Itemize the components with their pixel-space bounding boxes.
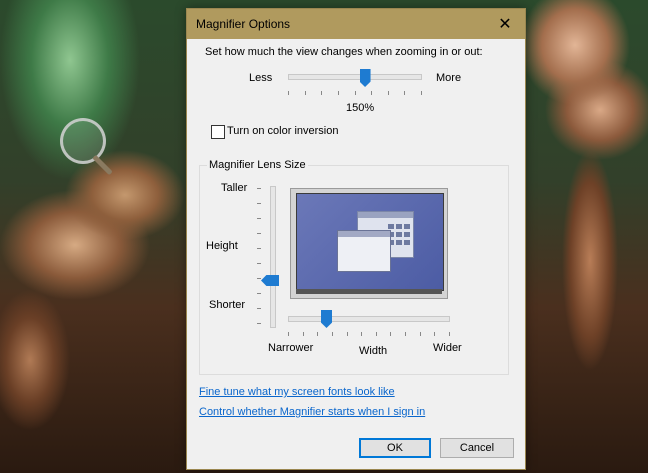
width-slider-ticks <box>288 332 450 336</box>
dialog-footer: OK Cancel <box>187 429 525 469</box>
slider-tick <box>257 203 261 204</box>
title-bar: Magnifier Options ✕ <box>187 9 525 39</box>
slider-tick <box>257 293 261 294</box>
slider-tick <box>388 91 389 95</box>
taller-label: Taller <box>221 182 248 194</box>
cancel-button[interactable]: Cancel <box>440 438 514 458</box>
slider-tick <box>404 91 405 95</box>
slider-tick <box>257 278 261 279</box>
slider-tick <box>338 91 339 95</box>
slider-tick <box>390 332 391 336</box>
width-slider-track[interactable] <box>288 316 450 322</box>
close-icon: ✕ <box>498 16 512 33</box>
slider-tick <box>317 332 318 336</box>
slider-tick <box>355 91 356 95</box>
zoom-slider-track[interactable] <box>288 74 422 80</box>
slider-tick <box>449 332 450 336</box>
ok-button[interactable]: OK <box>359 438 431 458</box>
close-button[interactable]: ✕ <box>485 9 525 39</box>
slider-tick <box>257 263 261 264</box>
zoom-slider-thumb[interactable] <box>359 69 371 87</box>
control-startup-link[interactable]: Control whether Magnifier starts when I … <box>199 406 425 418</box>
slider-tick <box>257 308 261 309</box>
slider-tick <box>257 323 261 324</box>
slider-tick <box>305 91 306 95</box>
magnifier-options-dialog: Magnifier Options ✕ Set how much the vie… <box>186 8 526 470</box>
slider-tick <box>332 332 333 336</box>
slider-tick <box>405 332 406 336</box>
slider-tick <box>434 332 435 336</box>
slider-tick <box>257 218 261 219</box>
slider-tick <box>420 332 421 336</box>
lens-size-group-title: Magnifier Lens Size <box>207 159 308 171</box>
color-inversion-label[interactable]: Turn on color inversion <box>227 125 338 137</box>
zoom-label: Set how much the view changes when zoomi… <box>205 46 483 58</box>
color-inversion-checkbox[interactable] <box>211 125 225 139</box>
zoom-value: 150% <box>346 102 375 114</box>
slider-tick <box>347 332 348 336</box>
fine-tune-fonts-link[interactable]: Fine tune what my screen fonts look like <box>199 386 395 398</box>
lens-preview <box>290 188 448 299</box>
slider-tick <box>421 91 422 95</box>
preview-window-front <box>337 230 391 272</box>
height-label: Height <box>206 240 238 252</box>
zoom-less-label: Less <box>249 72 273 84</box>
zoom-slider-ticks <box>288 91 422 95</box>
height-slider-track[interactable] <box>270 186 276 328</box>
narrower-label: Narrower <box>268 342 314 354</box>
slider-tick <box>376 332 377 336</box>
slider-tick <box>303 332 304 336</box>
slider-tick <box>361 332 362 336</box>
slider-tick <box>288 91 289 95</box>
lens-preview-taskbar <box>296 289 442 294</box>
slider-tick <box>257 233 261 234</box>
dialog-title: Magnifier Options <box>196 17 291 31</box>
width-label: Width <box>359 345 388 357</box>
shorter-label: Shorter <box>209 299 246 311</box>
lens-preview-screen <box>296 193 444 291</box>
wider-label: Wider <box>433 342 462 354</box>
slider-tick <box>257 248 261 249</box>
slider-tick <box>288 332 289 336</box>
slider-tick <box>371 91 372 95</box>
slider-tick <box>321 91 322 95</box>
zoom-more-label: More <box>436 72 462 84</box>
slider-tick <box>257 188 261 189</box>
